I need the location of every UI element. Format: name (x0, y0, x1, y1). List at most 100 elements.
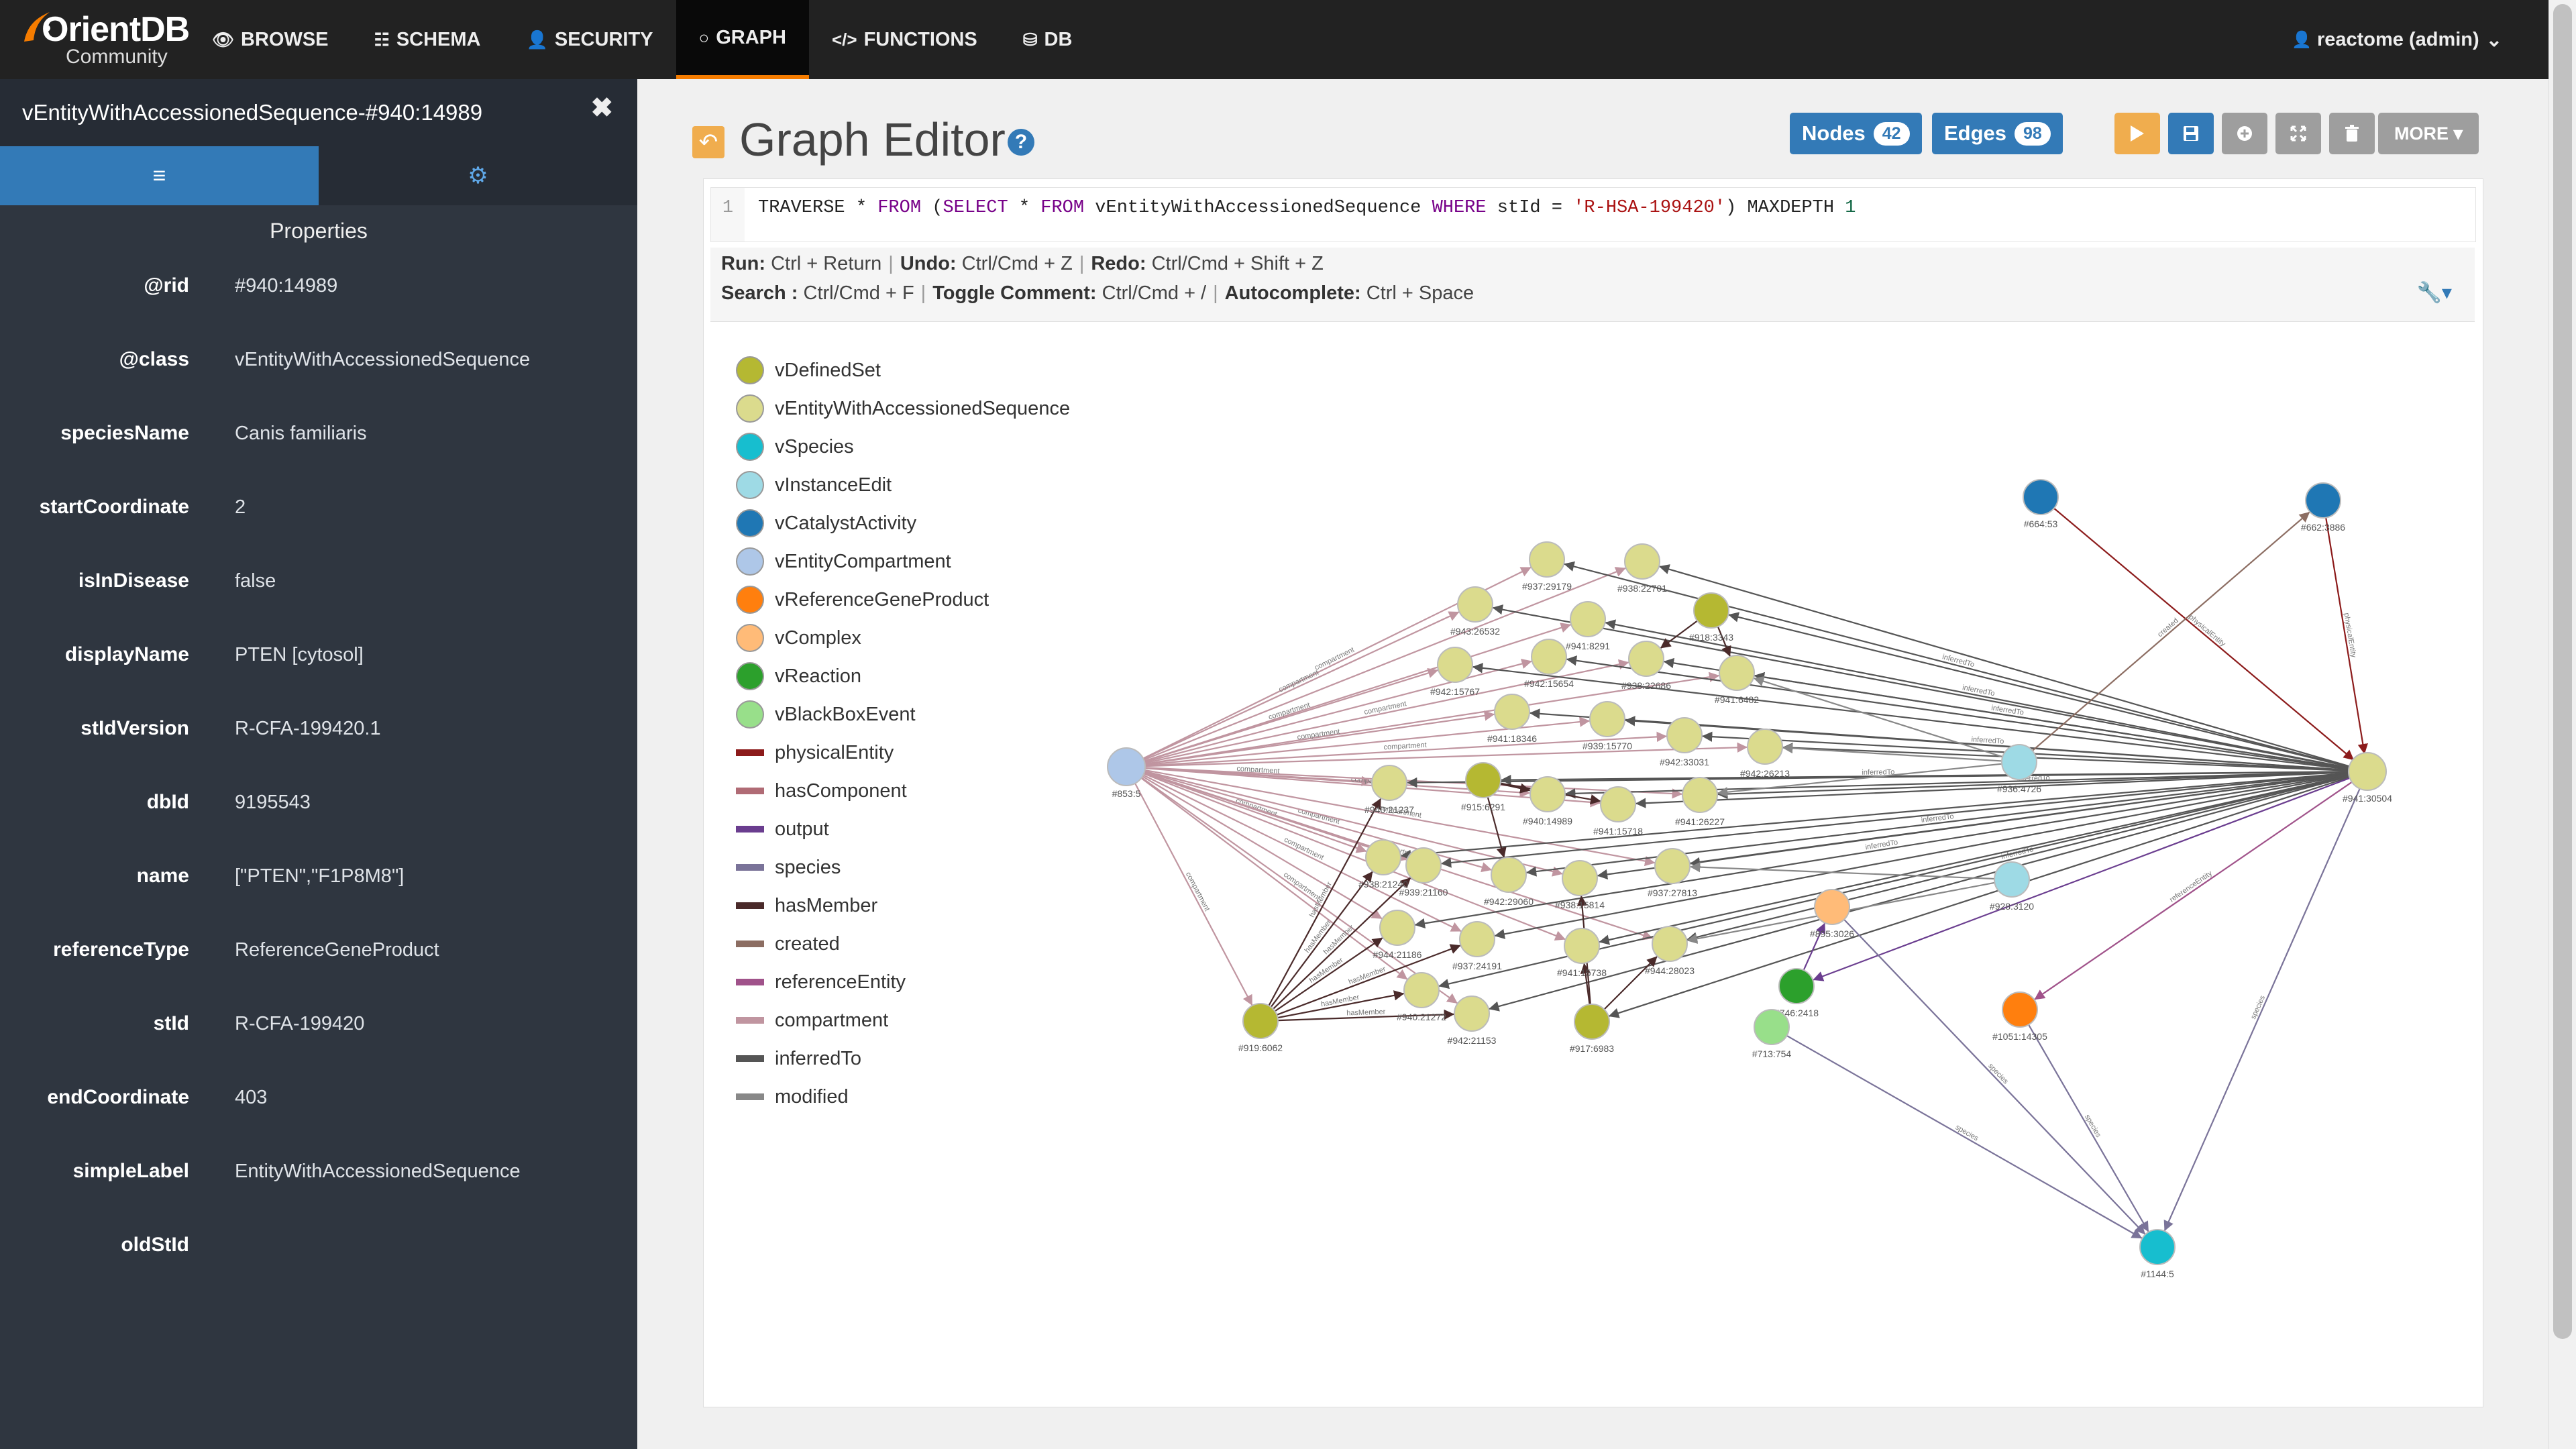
legend-node-item[interactable]: vComplex (736, 621, 861, 655)
graph-node[interactable]: #941:18346 (1487, 694, 1537, 744)
graph-edge-hasMember[interactable] (1603, 955, 1658, 1010)
graph-node-circle[interactable] (1454, 996, 1490, 1032)
graph-node[interactable]: #937:27813 (1648, 848, 1697, 898)
property-value[interactable]: EntityWithAccessionedSequence (189, 1161, 521, 1183)
help-icon[interactable]: ? (1008, 129, 1034, 156)
graph-node-circle[interactable] (1403, 972, 1440, 1008)
graph-node[interactable]: #942:21153 (1448, 996, 1497, 1046)
nav-schema[interactable]: ☷ SCHEMA (352, 0, 504, 79)
graph-edge-physicalEntity[interactable] (2325, 517, 2368, 755)
property-value[interactable]: 2 (189, 496, 246, 519)
property-value[interactable]: #940:14989 (189, 275, 337, 297)
graph-node-circle[interactable] (2305, 482, 2341, 519)
legend-node-item[interactable]: vBlackBoxEvent (736, 698, 916, 731)
legend-edge-item[interactable]: output (736, 812, 829, 846)
graph-node[interactable]: #713:754 (1752, 1009, 1792, 1059)
graph-node-circle[interactable] (1437, 647, 1473, 683)
legend-node-item[interactable]: vReferenceGeneProduct (736, 583, 989, 616)
graph-node[interactable]: #941:6482 (1715, 655, 1759, 705)
graph-edge-species[interactable] (1843, 919, 2146, 1235)
page-scrollbar[interactable] (2548, 0, 2576, 1449)
graph-edge-species[interactable] (2028, 1024, 2149, 1233)
graph-edge-output[interactable] (1812, 777, 2352, 981)
nav-security[interactable]: 👤 SECURITY (504, 0, 676, 79)
more-button[interactable]: MORE ▾ (2378, 113, 2479, 154)
graph-node-circle[interactable] (1666, 717, 1703, 753)
graph-node-circle[interactable] (1652, 926, 1688, 962)
property-value[interactable]: R-CFA-199420 (189, 1013, 364, 1035)
graph-node-circle[interactable] (1564, 928, 1600, 964)
graph-node-circle[interactable] (2002, 991, 2038, 1028)
graph-node[interactable]: #662:3886 (2301, 482, 2345, 533)
close-icon[interactable]: ✖ (590, 93, 613, 123)
tab-properties[interactable]: ≡ (0, 146, 319, 205)
graph-node[interactable]: #939:15770 (1582, 701, 1632, 751)
legend-edge-item[interactable]: referenceEntity (736, 965, 906, 999)
legend-node-item[interactable]: vInstanceEdit (736, 468, 892, 502)
graph-edge-inferredTo[interactable] (1624, 716, 2351, 771)
graph-node[interactable]: #895:3026 (1810, 889, 1854, 939)
graph-edge-inferredTo[interactable] (1440, 772, 2351, 868)
graph-node[interactable]: #1051:14305 (1992, 991, 2047, 1042)
legend-edge-item[interactable]: hasMember (736, 889, 877, 922)
graph-node-circle[interactable] (1719, 655, 1755, 691)
graph-node-circle[interactable] (1693, 592, 1729, 629)
graph-node-circle[interactable] (1600, 786, 1636, 822)
legend-edge-item[interactable]: species (736, 851, 841, 884)
graph-node[interactable]: #938:22686 (1621, 641, 1671, 691)
graph-node-circle[interactable] (1459, 921, 1495, 957)
graph-node-circle[interactable] (1107, 747, 1146, 786)
graph-node-circle[interactable] (2023, 479, 2059, 515)
scrollbar-thumb[interactable] (2553, 4, 2572, 1339)
graph-edge-species[interactable] (2163, 787, 2361, 1232)
legend-edge-item[interactable]: created (736, 927, 840, 961)
legend-node-item[interactable]: vSpecies (736, 430, 854, 464)
graph-node-circle[interactable] (1754, 1009, 1790, 1045)
graph-node[interactable]: #928:3120 (1990, 861, 2034, 912)
graph-node[interactable]: #941:26227 (1675, 777, 1725, 827)
graph-edge-inferredTo[interactable] (1686, 775, 2351, 943)
legend-node-item[interactable]: vCatalystActivity (736, 506, 916, 540)
graph-node-circle[interactable] (1405, 847, 1442, 883)
graph-node-circle[interactable] (1994, 861, 2030, 898)
graph-node[interactable]: #664:53 (2023, 479, 2059, 529)
graph-node[interactable]: #940:21237 (1364, 765, 1414, 815)
graph-node-circle[interactable] (1654, 848, 1690, 884)
graph-node-circle[interactable] (2001, 744, 2037, 780)
graph-node[interactable]: #937:24191 (1452, 921, 1502, 971)
user-menu[interactable]: 👤 reactome (admin) ⌄ (2292, 0, 2502, 79)
graph-edge-compartment[interactable] (1134, 782, 1253, 1006)
orientdb-logo[interactable]: OrientDB Community (0, 0, 190, 79)
graph-node-circle[interactable] (1531, 639, 1567, 675)
add-vertex-button[interactable] (2222, 113, 2267, 154)
property-value[interactable]: PTEN [cytosol] (189, 644, 364, 666)
graph-node-circle[interactable] (2139, 1229, 2176, 1265)
graph-node[interactable]: #942:15767 (1430, 647, 1480, 697)
graph-node-circle[interactable] (1371, 765, 1407, 801)
legend-node-item[interactable]: vReaction (736, 659, 861, 693)
graph-node[interactable]: #941:8291 (1566, 601, 1610, 651)
graph-node-circle[interactable] (1570, 601, 1606, 637)
graph-node[interactable]: #942:26213 (1740, 729, 1790, 779)
legend-edge-item[interactable]: physicalEntity (736, 736, 894, 769)
graph-node[interactable]: #937:29179 (1522, 541, 1572, 592)
property-value[interactable]: R-CFA-199420.1 (189, 718, 381, 740)
legend-edge-item[interactable]: hasComponent (736, 774, 907, 808)
fullscreen-button[interactable] (2275, 113, 2321, 154)
graph-node[interactable]: #917:6983 (1570, 1004, 1614, 1054)
graph-node-circle[interactable] (1778, 968, 1815, 1004)
property-value[interactable]: ["PTEN","F1P8M8"] (189, 865, 404, 888)
graph-node-circle[interactable] (1457, 586, 1493, 623)
nav-db[interactable]: ⛁ DB (1000, 0, 1095, 79)
graph-node[interactable]: #1144:5 (2139, 1229, 2176, 1279)
nav-functions[interactable]: </> FUNCTIONS (809, 0, 1000, 79)
graph-node[interactable]: #746:2418 (1774, 968, 1819, 1018)
graph-node-circle[interactable] (1529, 541, 1565, 578)
tab-settings[interactable]: ⚙ (319, 146, 637, 205)
graph-node[interactable]: #941:15738 (1557, 928, 1607, 978)
graph-edge-species[interactable] (1786, 1034, 2143, 1240)
graph-node-circle[interactable] (1589, 701, 1625, 737)
graph-edge-inferredTo[interactable] (1608, 775, 2351, 1018)
property-value[interactable]: 403 (189, 1087, 267, 1109)
legend-edge-item[interactable]: inferredTo (736, 1042, 861, 1075)
